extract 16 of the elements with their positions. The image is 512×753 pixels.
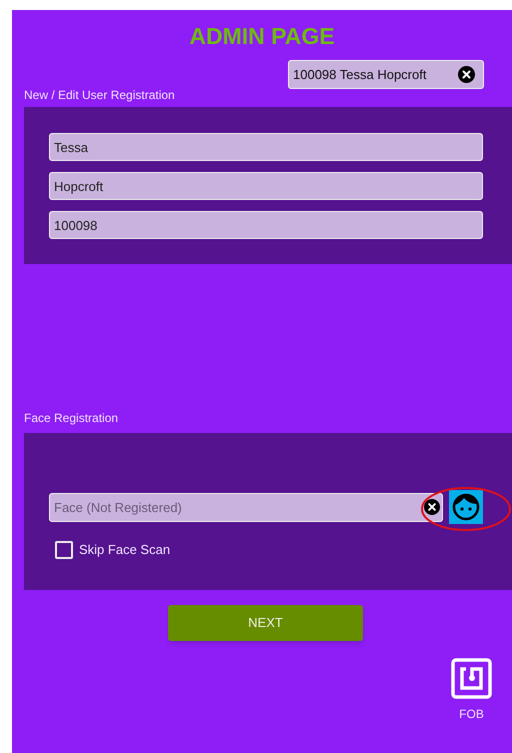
clear-icon[interactable] [424,498,440,514]
face-field[interactable]: Face (Not Registered) [49,492,443,522]
text-field[interactable]: Tessa [49,133,483,161]
section-label: Face Registration [24,410,118,426]
fob-label: FOB [459,706,484,723]
nfc-tag-icon[interactable] [451,658,492,699]
face-icon [452,493,480,521]
page-title: ADMIN PAGE [189,22,335,50]
checkbox[interactable] [55,540,73,559]
section-label: New / Edit User Registration [24,87,175,103]
text-field[interactable]: Hopcroft [49,172,483,200]
text-field[interactable]: 100098 [49,211,483,239]
clear-icon[interactable] [458,66,475,83]
face-scan-button[interactable] [449,490,483,524]
search-chip[interactable]: 100098 Tessa Hopcroft [288,60,484,89]
checkbox-label: Skip Face Scan [79,541,170,559]
